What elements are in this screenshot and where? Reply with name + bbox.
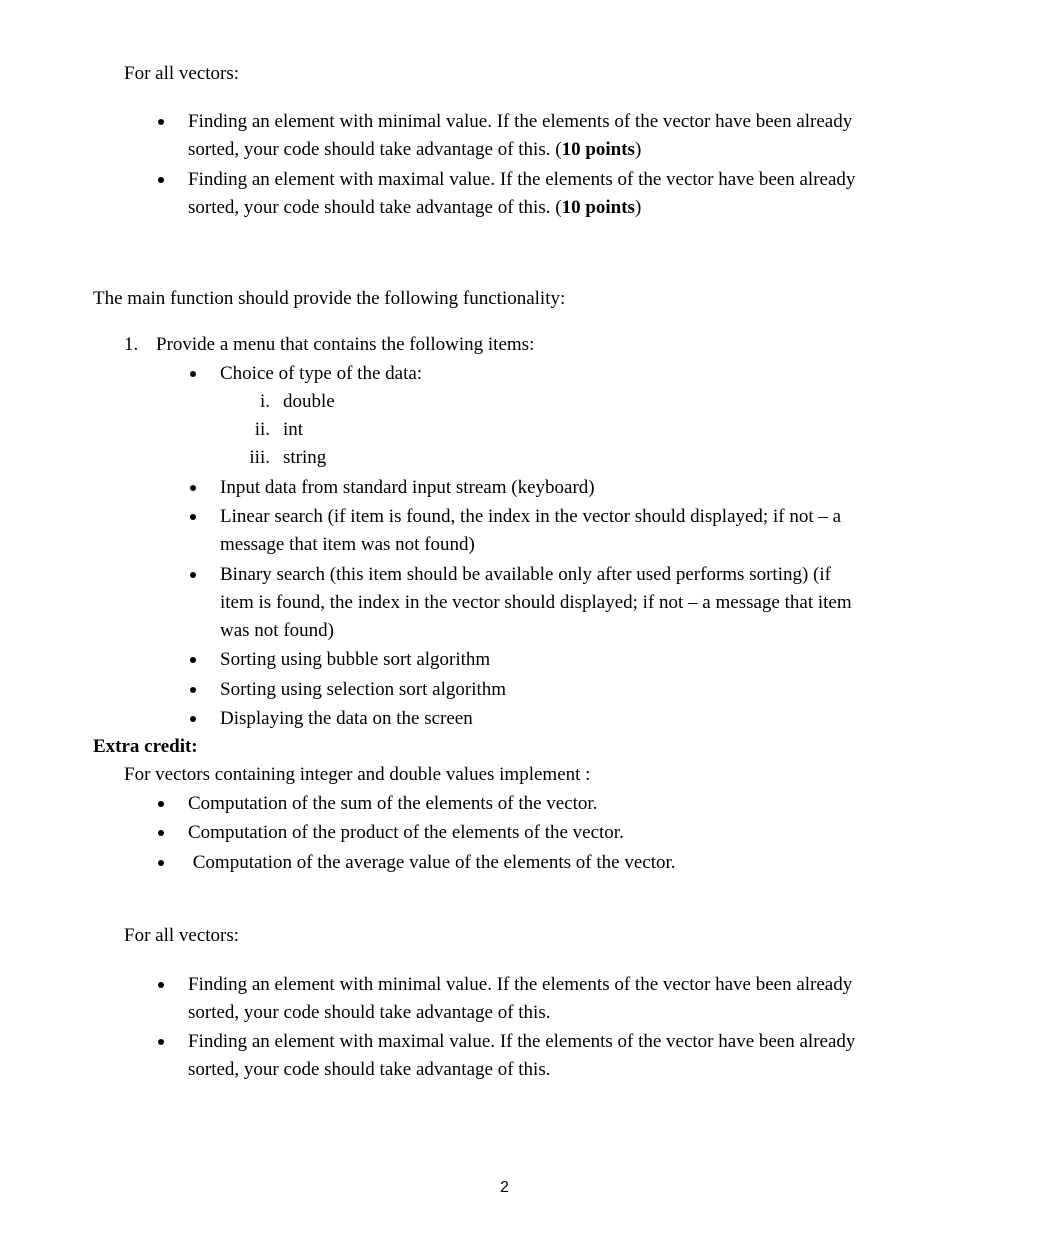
list-item-text: Finding an element with minimal value. I… xyxy=(188,111,853,132)
text-fragment: ) xyxy=(634,139,642,160)
list-item-text: Computation of the average value of the … xyxy=(188,852,676,873)
menu-item-text: Sorting using bubble sort algorithm xyxy=(220,649,491,670)
bullet-icon xyxy=(158,982,164,988)
list-item-text: Finding an element with minimal value. I… xyxy=(188,974,853,995)
bullet-icon xyxy=(190,514,196,520)
text-fragment: sorted, your code should take advantage … xyxy=(188,197,562,218)
bullet-icon xyxy=(190,657,196,663)
data-type-label: double xyxy=(283,391,335,412)
list-item-text: sorted, your code should take advantage … xyxy=(188,136,641,164)
bullet-icon xyxy=(158,801,164,807)
roman-marker: ii. xyxy=(254,419,270,440)
roman-marker: i. xyxy=(259,391,270,412)
bullet-icon xyxy=(158,830,164,836)
list-item-text: sorted, your code should take advantage … xyxy=(188,194,641,222)
list-item-text: Computation of the product of the elemen… xyxy=(188,822,624,843)
data-type-label: int xyxy=(283,419,304,440)
menu-item-text: item is found, the index in the vector s… xyxy=(220,592,852,613)
list-number: 1. xyxy=(124,334,139,355)
bullet-icon xyxy=(190,485,196,491)
section-heading: For all vectors: xyxy=(124,63,240,84)
text-fragment: ) xyxy=(634,197,642,218)
menu-item-text: Choice of type of the data: xyxy=(220,363,423,384)
bullet-icon xyxy=(190,572,196,578)
menu-item-text: Displaying the data on the screen xyxy=(220,708,473,729)
bullet-icon xyxy=(190,687,196,693)
bullet-icon xyxy=(158,1039,164,1045)
list-item-text: sorted, your code should take advantage … xyxy=(188,1002,551,1023)
bullet-icon xyxy=(158,177,164,183)
menu-item-text: message that item was not found) xyxy=(220,534,475,555)
paragraph: The main function should provide the fol… xyxy=(93,288,566,309)
points-label: 10 points xyxy=(561,139,635,160)
text-fragment: sorted, your code should take advantage … xyxy=(188,139,562,160)
data-type-label: string xyxy=(283,447,327,468)
paragraph: For vectors containing integer and doubl… xyxy=(124,764,591,785)
menu-item-text: Sorting using selection sort algorithm xyxy=(220,679,507,700)
menu-item-text: Binary search (this item should be avail… xyxy=(220,564,831,585)
bullet-icon xyxy=(158,860,164,866)
menu-item-text: Linear search (if item is found, the ind… xyxy=(220,506,842,527)
list-item-text: Finding an element with maximal value. I… xyxy=(188,169,856,190)
section-heading: For all vectors: xyxy=(124,925,240,946)
bullet-icon xyxy=(190,716,196,722)
list-item-text: sorted, your code should take advantage … xyxy=(188,1059,551,1080)
list-item-text: Provide a menu that contains the followi… xyxy=(156,334,535,355)
menu-item-text: was not found) xyxy=(220,620,334,641)
list-item-text: Finding an element with maximal value. I… xyxy=(188,1031,856,1052)
bullet-icon xyxy=(158,119,164,125)
page-number: 2 xyxy=(500,1179,509,1196)
extra-credit-heading: Extra credit: xyxy=(93,736,198,757)
roman-marker: iii. xyxy=(249,447,270,468)
menu-item-text: Input data from standard input stream (k… xyxy=(220,477,595,498)
points-label: 10 points xyxy=(561,197,635,218)
list-item-text: Computation of the sum of the elements o… xyxy=(188,793,598,814)
bullet-icon xyxy=(190,371,196,377)
